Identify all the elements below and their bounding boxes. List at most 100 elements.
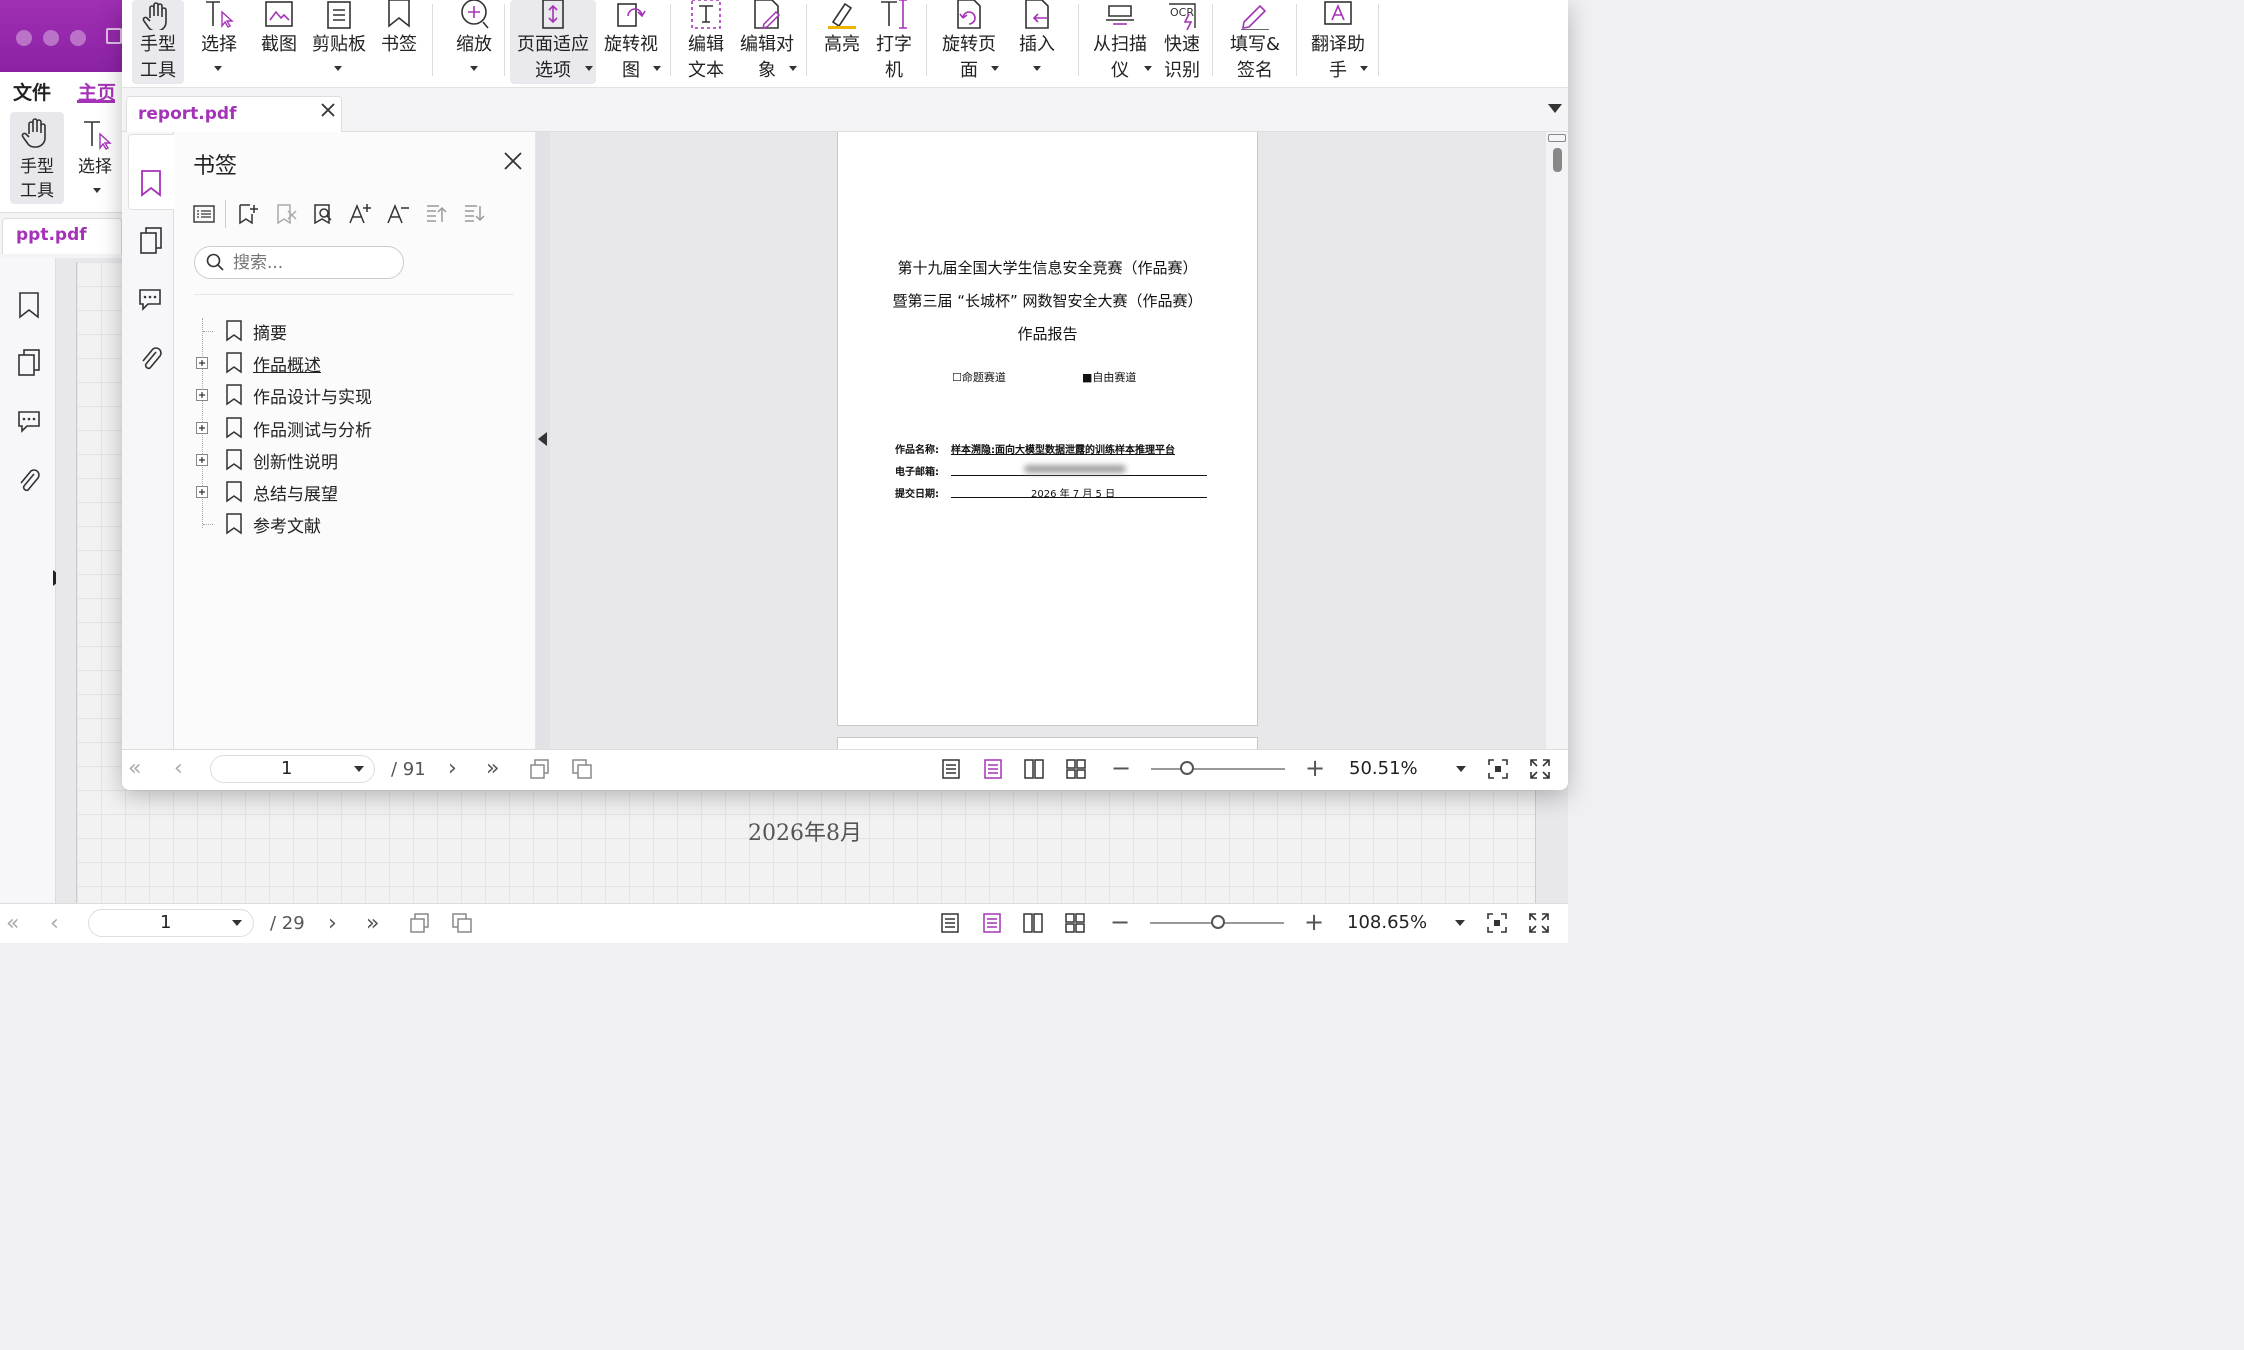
tab-list-dropdown[interactable] — [1548, 104, 1562, 113]
page-number-caret[interactable] — [232, 920, 242, 926]
continuous-view-icon[interactable] — [982, 758, 1004, 780]
from-scanner-button[interactable]: 从扫描 仪 — [1088, 0, 1152, 84]
expand-toggle-icon[interactable] — [196, 357, 208, 369]
first-page-button[interactable]: « — [6, 912, 19, 936]
continuous-facing-view-icon[interactable] — [1065, 758, 1087, 780]
bookmark-item[interactable]: 作品测试与分析 — [192, 415, 492, 443]
edit-object-dropdown-caret[interactable] — [789, 66, 797, 71]
edit-object-button[interactable]: 编辑对 象 — [736, 0, 798, 84]
rotate-page-button[interactable]: 旋转页 面 — [936, 0, 1002, 84]
rotate-page-dropdown-caret[interactable] — [991, 66, 999, 71]
increase-font-icon[interactable] — [348, 202, 372, 226]
pages-panel-icon[interactable] — [16, 348, 42, 378]
vertical-scrollbar[interactable] — [1546, 132, 1568, 749]
bookmark-button[interactable]: 书签 — [374, 0, 424, 84]
previous-view-icon[interactable] — [528, 757, 552, 781]
single-page-view-icon[interactable] — [940, 758, 962, 780]
add-bookmark-icon[interactable] — [236, 202, 260, 226]
fit-page-dropdown-caret[interactable] — [585, 66, 593, 71]
zoom-button[interactable]: 缩放 — [448, 0, 500, 84]
zoom-in-button[interactable]: + — [1305, 756, 1325, 780]
zoom-dropdown-caret[interactable] — [1455, 920, 1465, 926]
select-tool-label[interactable]: 选择 — [78, 155, 112, 179]
zoom-dropdown-caret[interactable] — [470, 66, 478, 71]
zoom-slider[interactable] — [1151, 768, 1285, 770]
comments-panel-icon[interactable] — [137, 284, 163, 314]
facing-view-icon[interactable] — [1023, 758, 1045, 780]
highlight-button[interactable]: 高亮 — [816, 0, 868, 84]
next-view-icon[interactable] — [450, 911, 474, 935]
zoom-level[interactable]: 50.51% — [1349, 758, 1418, 779]
clipboard-button[interactable]: 剪贴板 — [308, 0, 370, 84]
collapse-bookmarks-icon[interactable] — [462, 202, 486, 226]
scrollbar-thumb[interactable] — [1553, 148, 1562, 172]
delete-bookmark-icon[interactable] — [274, 202, 298, 226]
zoom-dropdown-caret[interactable] — [1456, 766, 1466, 772]
bookmark-item[interactable]: 摘要 — [192, 318, 492, 346]
fill-sign-button[interactable]: 填写& 签名 — [1222, 0, 1288, 84]
window-minimize-button[interactable] — [43, 30, 59, 46]
find-bookmark-icon[interactable] — [311, 202, 335, 226]
insert-button[interactable]: 插入 — [1010, 0, 1064, 84]
attachment-panel-icon[interactable] — [16, 466, 42, 496]
continuous-facing-view-icon[interactable] — [1064, 912, 1086, 934]
close-tab-icon[interactable] — [320, 102, 336, 118]
rotate-view-dropdown-caret[interactable] — [653, 66, 661, 71]
zoom-level[interactable]: 108.65% — [1347, 912, 1427, 933]
previous-page-button[interactable]: ‹ — [50, 912, 59, 936]
next-page-button[interactable]: › — [328, 912, 337, 936]
last-page-button[interactable]: » — [486, 757, 499, 781]
quick-ocr-button[interactable]: OCR 快速 识别 — [1156, 0, 1208, 84]
pages-panel-icon[interactable] — [138, 226, 164, 256]
expand-toggle-icon[interactable] — [196, 422, 208, 434]
zoom-slider-thumb[interactable] — [1180, 761, 1194, 775]
translate-button[interactable]: 翻译助 手 — [1304, 0, 1372, 84]
continuous-view-icon[interactable] — [981, 912, 1003, 934]
fit-page-icon[interactable] — [1487, 758, 1509, 780]
folder-icon[interactable] — [106, 28, 122, 44]
fullscreen-icon[interactable] — [1529, 758, 1551, 780]
edit-text-button[interactable]: 编辑 文本 — [680, 0, 732, 84]
first-page-button[interactable]: « — [128, 757, 141, 781]
select-dropdown-caret[interactable] — [93, 188, 101, 193]
window-close-button[interactable] — [16, 30, 32, 46]
zoom-in-button[interactable]: + — [1304, 910, 1324, 934]
bookmark-panel-icon[interactable] — [16, 290, 42, 320]
select-button[interactable]: 选择 — [194, 0, 244, 84]
zoom-out-button[interactable]: − — [1110, 910, 1130, 934]
bookmark-panel-icon[interactable] — [138, 168, 164, 198]
expand-bookmarks-icon[interactable] — [424, 202, 448, 226]
clipboard-dropdown-caret[interactable] — [334, 66, 342, 71]
expand-toggle-icon[interactable] — [196, 454, 208, 466]
hand-button[interactable]: 手型 工具 — [132, 0, 184, 84]
bookmark-item[interactable]: 参考文献 — [192, 511, 492, 539]
close-panel-icon[interactable] — [503, 151, 523, 171]
previous-page-button[interactable]: ‹ — [174, 757, 183, 781]
previous-view-icon[interactable] — [408, 911, 432, 935]
attachment-panel-icon[interactable] — [138, 344, 164, 374]
menu-file[interactable]: 文件 — [13, 78, 51, 105]
rotate-view-button[interactable]: 旋转视 图 — [600, 0, 662, 84]
last-page-button[interactable]: » — [366, 912, 379, 936]
bookmark-item[interactable]: 总结与展望 — [192, 479, 492, 507]
select-dropdown-caret[interactable] — [214, 66, 222, 71]
screenshot-button[interactable]: 截图 — [254, 0, 304, 84]
expand-toggle-icon[interactable] — [196, 389, 208, 401]
page-number-input[interactable] — [210, 755, 375, 783]
bookmark-list-options-icon[interactable] — [192, 202, 216, 226]
comments-panel-icon[interactable] — [16, 406, 42, 436]
fit-page-icon[interactable] — [1486, 912, 1508, 934]
fullscreen-icon[interactable] — [1528, 912, 1550, 934]
bookmark-item[interactable]: 作品设计与实现 — [192, 382, 492, 410]
fit-page-button[interactable]: 页面适应 选项 — [510, 0, 596, 84]
bookmark-item[interactable]: 作品概述 — [192, 350, 492, 378]
bookmark-item[interactable]: 创新性说明 — [192, 447, 492, 475]
translate-dropdown-caret[interactable] — [1360, 66, 1368, 71]
facing-view-icon[interactable] — [1022, 912, 1044, 934]
window-zoom-button[interactable] — [70, 30, 86, 46]
next-view-icon[interactable] — [570, 757, 594, 781]
expand-toggle-icon[interactable] — [196, 486, 208, 498]
collapse-panel-arrow[interactable] — [538, 432, 547, 446]
single-page-view-icon[interactable] — [939, 912, 961, 934]
zoom-out-button[interactable]: − — [1111, 756, 1131, 780]
